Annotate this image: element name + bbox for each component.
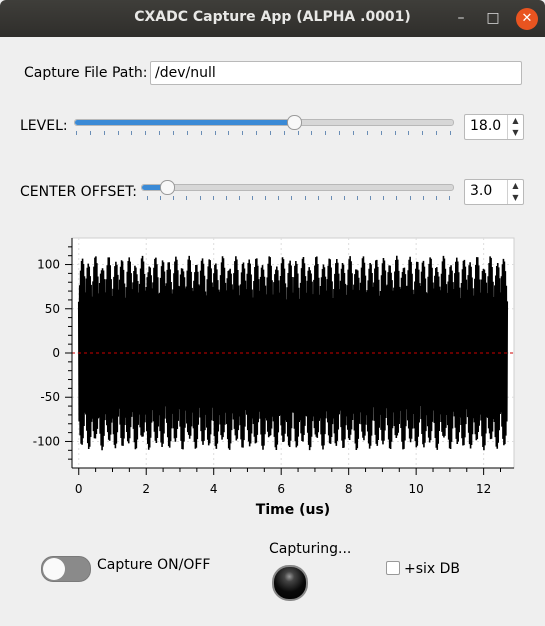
slider-tick xyxy=(297,131,299,135)
slider-tick xyxy=(317,196,319,200)
level-slider-ticks xyxy=(76,131,451,136)
center-offset-decrement-button[interactable]: ▼ xyxy=(508,192,523,204)
slider-tick xyxy=(357,196,359,200)
slider-tick xyxy=(265,196,267,200)
slider-tick xyxy=(283,131,285,135)
center-offset-spinbox[interactable]: 3.0 ▲ ▼ xyxy=(464,179,524,205)
slider-tick xyxy=(436,131,438,135)
slider-tick xyxy=(370,196,372,200)
slider-tick xyxy=(269,131,271,135)
slider-tick xyxy=(396,196,398,200)
y-tick-label: 50 xyxy=(45,302,60,316)
slider-tick xyxy=(242,131,244,135)
waveform-chart: 100 50 0 -50 -100 0 2 4 6 8 10 12 Time (us) xyxy=(14,228,524,518)
slider-tick xyxy=(238,196,240,200)
slider-tick xyxy=(278,196,280,200)
waveform-chart-svg: 100 50 0 -50 -100 0 2 4 6 8 10 12 Time (us) xyxy=(33,237,515,518)
slider-tick xyxy=(339,131,341,135)
close-button[interactable]: ✕ xyxy=(516,8,538,30)
slider-tick xyxy=(172,131,174,135)
slider-tick xyxy=(422,196,424,200)
x-tick-label: 6 xyxy=(277,482,285,496)
center-offset-slider-handle[interactable] xyxy=(159,180,175,195)
y-tick-label: -50 xyxy=(40,390,60,404)
slider-tick xyxy=(422,131,424,135)
capture-indicator-led xyxy=(272,565,308,601)
slider-tick xyxy=(394,131,396,135)
capture-toggle-knob xyxy=(43,558,65,580)
slider-tick xyxy=(159,131,161,135)
y-tick-label: -100 xyxy=(33,434,60,448)
slider-tick xyxy=(173,196,175,200)
level-slider-fill xyxy=(75,120,295,125)
slider-tick xyxy=(147,196,148,200)
level-increment-button[interactable]: ▲ xyxy=(508,115,523,127)
center-offset-slider[interactable] xyxy=(141,180,454,195)
x-tick-label: 12 xyxy=(476,482,491,496)
level-spinbox[interactable]: 18.0 ▲ ▼ xyxy=(464,114,524,140)
slider-tick xyxy=(450,131,451,135)
x-tick-label: 2 xyxy=(142,482,150,496)
level-value: 18.0 xyxy=(470,118,502,134)
app-window: CXADC Capture App (ALPHA .0001) – □ ✕ Ca… xyxy=(0,0,545,626)
slider-tick xyxy=(325,131,327,135)
title-bar[interactable]: CXADC Capture App (ALPHA .0001) – □ ✕ xyxy=(0,0,545,37)
minimize-button[interactable]: – xyxy=(450,8,472,30)
capture-path-input[interactable]: /dev/null xyxy=(150,61,522,85)
x-tick-label: 10 xyxy=(409,482,424,496)
slider-tick xyxy=(353,131,355,135)
slider-tick xyxy=(228,131,230,135)
level-label: LEVEL: xyxy=(20,118,68,134)
slider-tick xyxy=(304,196,306,200)
slider-tick xyxy=(435,196,437,200)
slider-tick xyxy=(186,131,188,135)
slider-tick xyxy=(145,131,147,135)
slider-tick xyxy=(186,196,188,200)
capture-path-label: Capture File Path: xyxy=(24,65,148,81)
center-offset-increment-button[interactable]: ▲ xyxy=(508,180,523,192)
slider-tick xyxy=(256,131,258,135)
level-slider-handle[interactable] xyxy=(287,115,303,130)
slider-tick xyxy=(76,131,77,135)
y-tick-label: 100 xyxy=(37,258,60,272)
center-offset-slider-ticks xyxy=(147,196,450,201)
x-tick-label: 0 xyxy=(75,482,83,496)
capturing-status-label: Capturing... xyxy=(269,541,352,557)
level-slider[interactable] xyxy=(74,115,454,130)
slider-tick xyxy=(408,131,410,135)
slider-tick xyxy=(131,131,133,135)
slider-tick xyxy=(117,131,119,135)
slider-tick xyxy=(160,196,162,200)
x-tick-label: 8 xyxy=(345,482,353,496)
slider-tick xyxy=(449,196,450,200)
slider-tick xyxy=(225,196,227,200)
slider-tick xyxy=(200,131,202,135)
level-decrement-button[interactable]: ▼ xyxy=(508,127,523,139)
six-db-label: +six DB xyxy=(404,561,461,577)
slider-tick xyxy=(291,196,293,200)
slider-tick xyxy=(199,196,201,200)
capture-toggle-label: Capture ON/OFF xyxy=(97,557,211,573)
x-axis-label: Time (us) xyxy=(256,502,330,518)
x-tick-label: 4 xyxy=(210,482,218,496)
y-tick-label: 0 xyxy=(52,346,60,360)
capture-toggle[interactable] xyxy=(41,556,91,582)
center-offset-value: 3.0 xyxy=(470,183,493,199)
slider-tick xyxy=(409,196,411,200)
slider-tick xyxy=(383,196,385,200)
maximize-button[interactable]: □ xyxy=(482,8,504,30)
slider-tick xyxy=(103,131,105,135)
slider-tick xyxy=(343,196,345,200)
slider-tick xyxy=(214,131,216,135)
center-offset-label: CENTER OFFSET: xyxy=(20,184,138,200)
slider-tick xyxy=(89,131,91,135)
slider-tick xyxy=(330,196,332,200)
slider-tick xyxy=(212,196,214,200)
slider-tick xyxy=(366,131,368,135)
six-db-checkbox[interactable] xyxy=(386,561,400,575)
slider-tick xyxy=(252,196,254,200)
slider-tick xyxy=(380,131,382,135)
slider-tick xyxy=(311,131,313,135)
